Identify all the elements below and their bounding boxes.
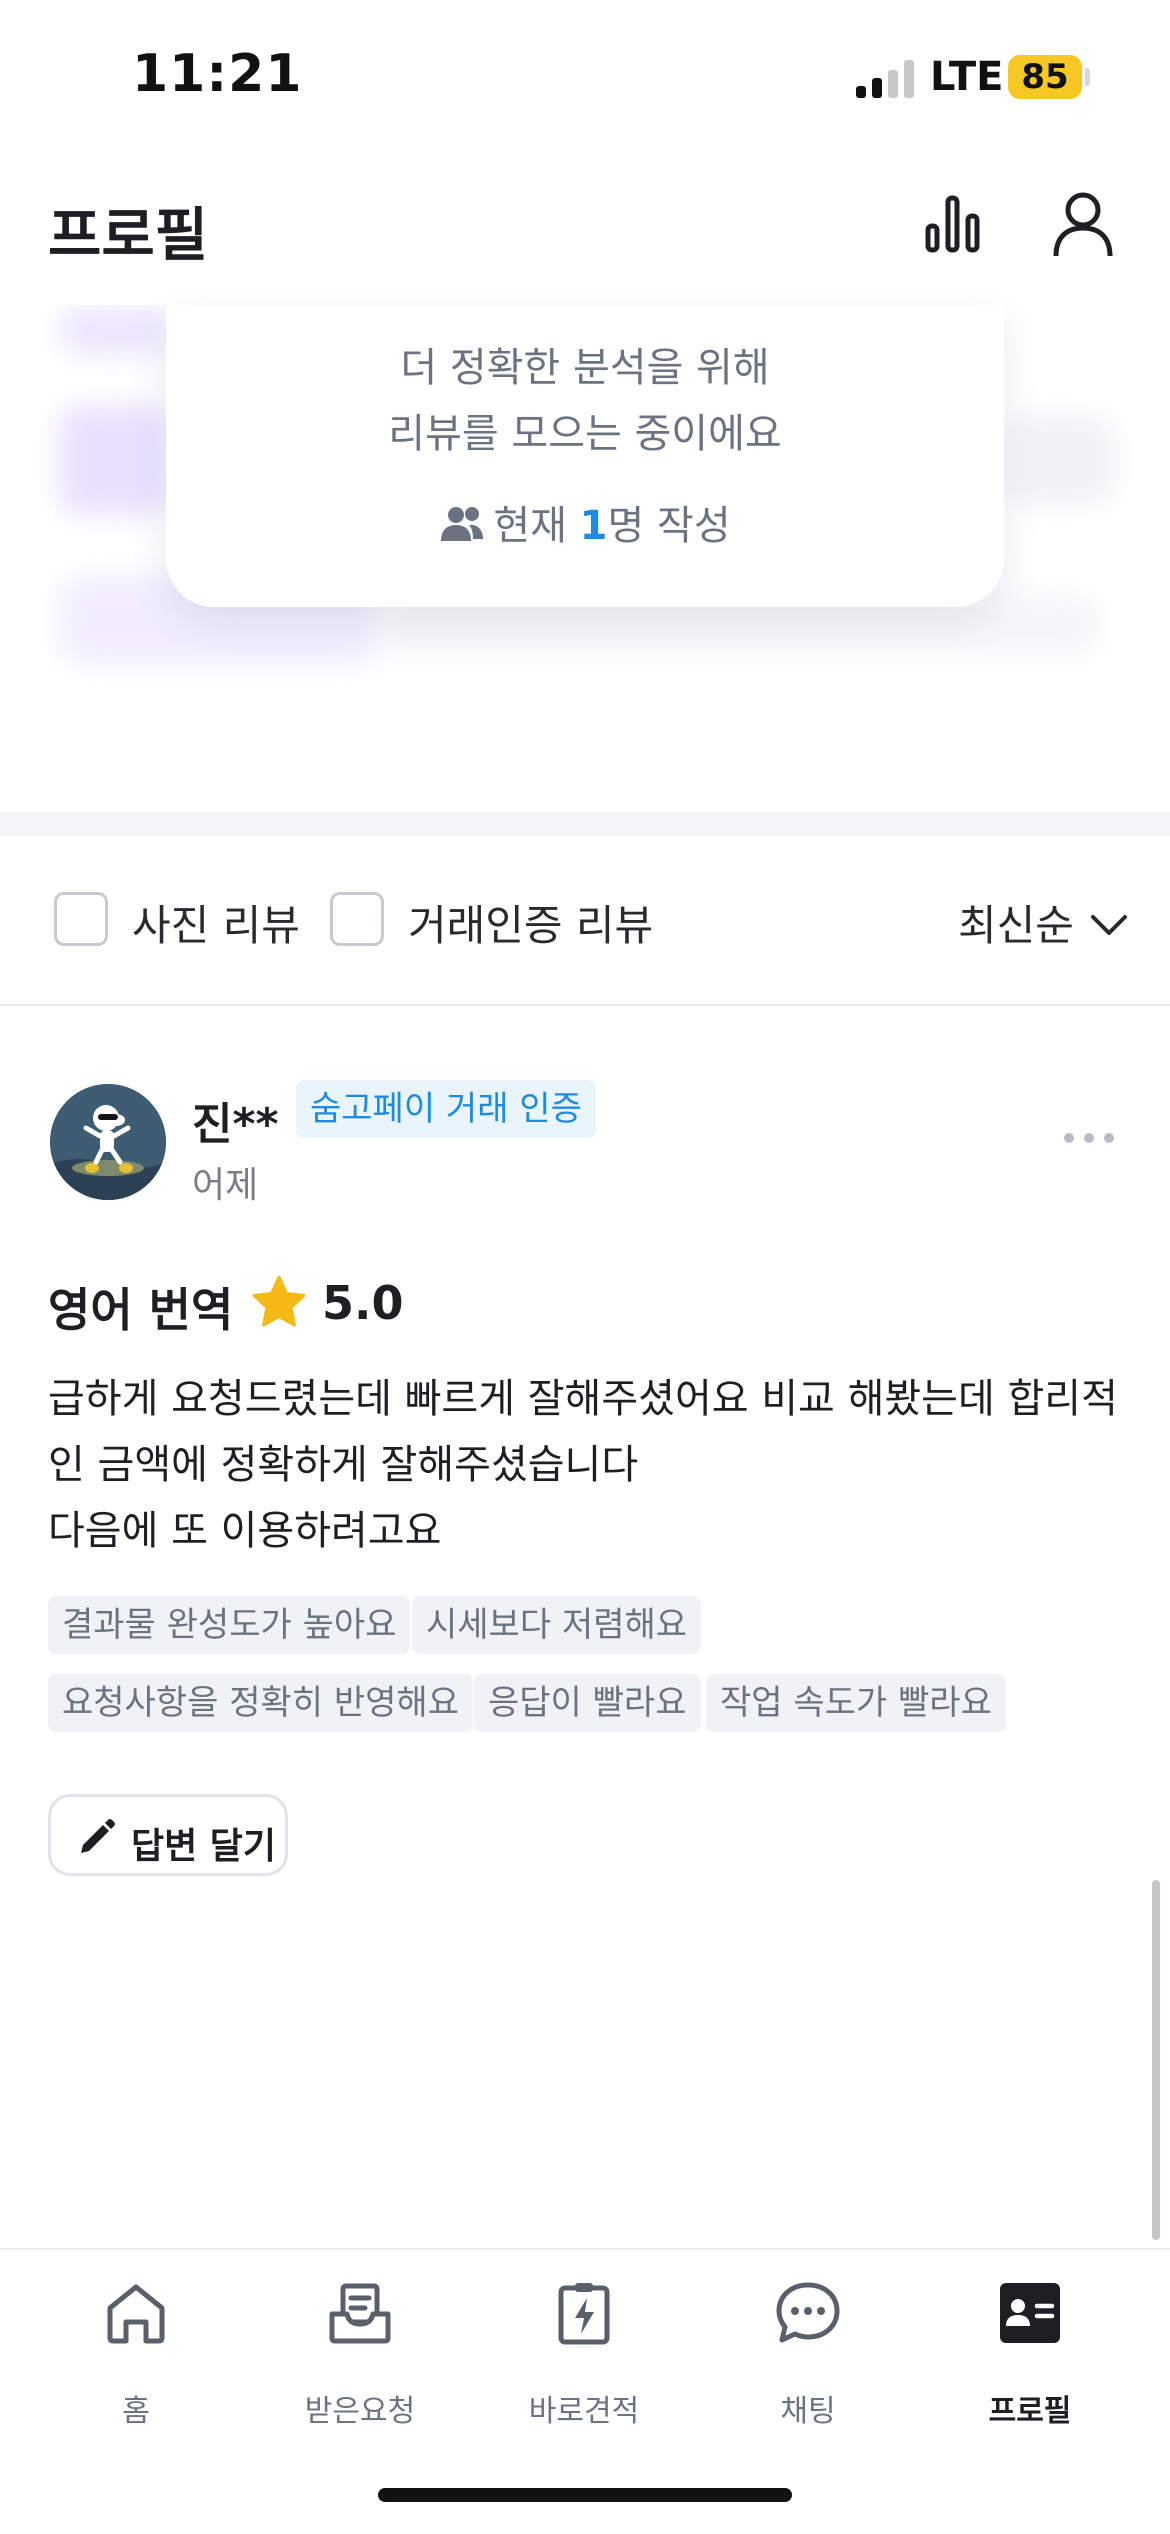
review-text-line-1: 급하게 요청드렸는데 빠르게 잘해주셨어요 비교 해봤는데 합리적 [48, 1376, 1118, 1422]
section-divider [0, 812, 1170, 836]
avatar[interactable] [50, 1084, 166, 1200]
review-tag: 응답이 빨라요 [474, 1674, 701, 1732]
nav-item-profile[interactable]: 프로필 [940, 2280, 1120, 2429]
battery-tip [1085, 68, 1090, 86]
review-tag: 결과물 완성도가 높아요 [48, 1596, 411, 1654]
reply-button-label: 답변 달기 [131, 1826, 277, 1867]
star-icon [252, 1275, 306, 1327]
review-count: 현재 1명 작성 [166, 493, 1004, 551]
nav-label-home: 홈 [122, 2394, 150, 2429]
verified-review-label[interactable]: 거래인증 리뷰 [408, 892, 653, 953]
chat-icon [776, 2282, 840, 2343]
review-collection-notice: 더 정확한 분석을 위해 리뷰를 모으는 중이에요 현재 1명 작성 [166, 305, 1004, 607]
nav-item-home[interactable]: 홈 [46, 2280, 226, 2429]
sort-label: 최신순 [958, 901, 1074, 950]
nav-item-received-requests[interactable]: 받은요청 [270, 2280, 450, 2429]
page-title: 프로필 [48, 201, 209, 269]
home-indicator[interactable] [378, 2488, 792, 2502]
reviewer-name: 진** [192, 1099, 279, 1150]
nav-label-profile: 프로필 [988, 2394, 1072, 2429]
count-prefix: 현재 [493, 503, 580, 549]
photo-review-label[interactable]: 사진 리뷰 [132, 892, 300, 953]
filter-divider [0, 1004, 1170, 1006]
battery-indicator: 85 [1008, 55, 1082, 99]
profile-card-icon [1000, 2283, 1060, 2343]
verified-review-checkbox[interactable] [330, 892, 384, 946]
count-suffix: 명 작성 [607, 503, 731, 549]
service-name: 영어 번역 [48, 1283, 234, 1337]
network-label: LTE [930, 54, 1004, 100]
people-icon [441, 507, 484, 541]
stats-icon[interactable] [924, 192, 982, 254]
sort-dropdown[interactable]: 최신순 [958, 892, 1129, 953]
status-time: 11:21 [132, 44, 303, 104]
nav-label-chat: 채팅 [780, 2394, 836, 2429]
notice-line-1: 더 정확한 분석을 위해 [400, 345, 770, 391]
pencil-icon [81, 1819, 115, 1853]
notice-line-2: 리뷰를 모으는 중이에요 [388, 411, 782, 457]
photo-review-checkbox[interactable] [54, 892, 108, 946]
inbox-icon [329, 2283, 391, 2344]
count-number: 1 [579, 503, 608, 549]
review-text-line-3: 다음에 또 이용하려고요 [48, 1508, 442, 1554]
nav-item-quick-quote[interactable]: 바로견적 [494, 2280, 674, 2429]
more-options-icon[interactable] [1064, 1128, 1114, 1148]
home-icon [107, 2284, 165, 2344]
verified-payment-badge: 숨고페이 거래 인증 [296, 1080, 596, 1138]
nav-item-chat[interactable]: 채팅 [718, 2280, 898, 2429]
scrollbar[interactable] [1152, 1880, 1160, 2240]
review-tag: 시세보다 저렴해요 [412, 1596, 702, 1654]
review-date: 어제 [192, 1165, 259, 1206]
user-icon[interactable] [1052, 190, 1114, 258]
nav-label-quick-quote: 바로견적 [528, 2394, 640, 2429]
review-tag: 작업 속도가 빨라요 [706, 1674, 1006, 1732]
rating-value: 5.0 [322, 1276, 404, 1330]
review-tag: 요청사항을 정확히 반영해요 [48, 1674, 473, 1732]
nav-label-received-requests: 받은요청 [304, 2394, 416, 2429]
reply-button[interactable]: 답변 달기 [48, 1794, 288, 1876]
signal-icon [856, 60, 916, 98]
review-text-line-2: 인 금액에 정확하게 잘해주셨습니다 [48, 1442, 639, 1488]
quick-quote-icon [558, 2283, 610, 2345]
avatar-illustration [50, 1084, 166, 1200]
chevron-down-icon [1091, 915, 1128, 935]
